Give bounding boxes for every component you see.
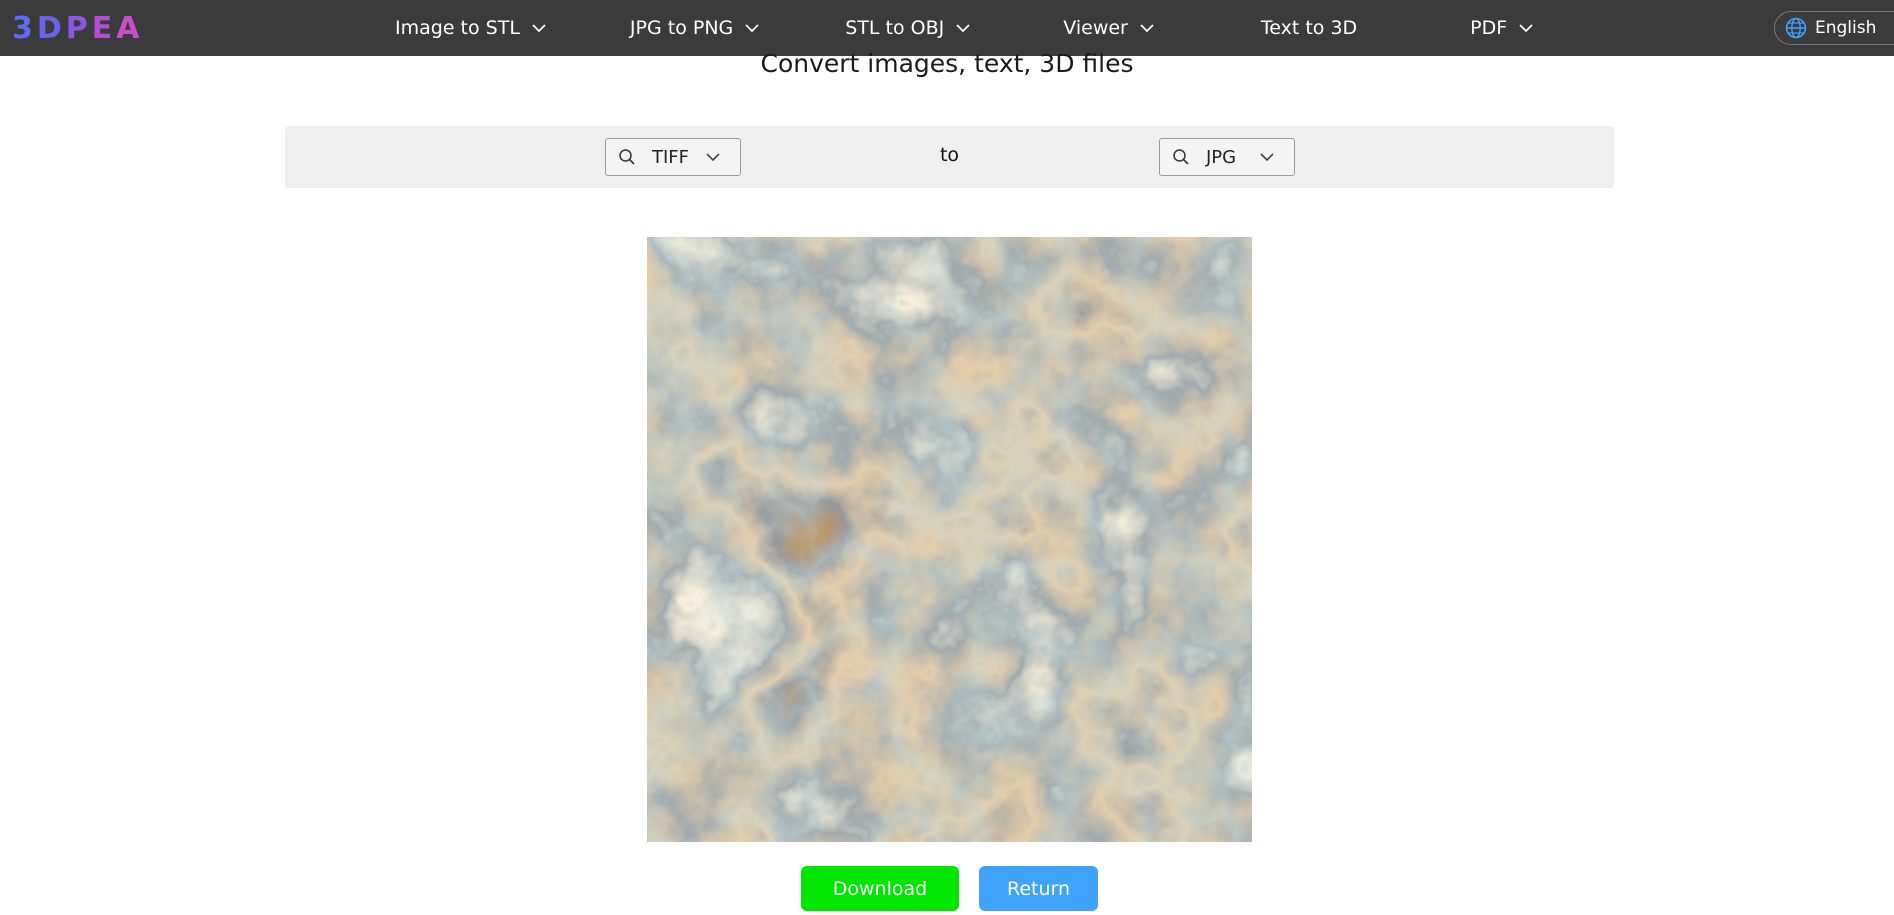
logo-letter: E [91,10,115,46]
nav-item-label: Viewer [1063,17,1128,39]
logo-letter: A [116,10,142,46]
globe-icon [1785,17,1807,39]
chevron-down-icon [1140,23,1154,32]
chevron-down-icon [1260,152,1274,161]
format-converter-bar: TIFF to JPG [285,126,1614,188]
language-label: English [1815,18,1877,38]
logo-letter: D [36,10,64,46]
return-button[interactable]: Return [979,866,1098,911]
to-format-select[interactable]: JPG [1159,138,1295,176]
converted-image-preview [647,237,1252,842]
nav-item-label: STL to OBJ [845,17,945,39]
to-format-value: JPG [1206,146,1237,168]
language-selector[interactable]: English [1774,11,1894,45]
chevron-down-icon [956,23,970,32]
logo-letter: P [65,10,90,46]
chevron-down-icon [532,23,546,32]
search-icon [1173,149,1189,165]
to-label: to [939,144,960,166]
chevron-down-icon [745,23,759,32]
nav-item-label: JPG to PNG [629,17,734,39]
download-button[interactable]: Download [801,866,959,911]
logo[interactable]: 3 D P E A [12,8,142,48]
nav-item-label: Text to 3D [1260,17,1358,39]
chevron-down-icon [1519,23,1533,32]
nav-item-label: Image to STL [395,17,520,39]
nav-item-label: PDF [1470,17,1508,39]
marble-texture-image [647,237,1252,842]
logo-letter: 3 [12,10,35,46]
page-subtitle: Convert images, text, 3D files [760,49,1134,78]
